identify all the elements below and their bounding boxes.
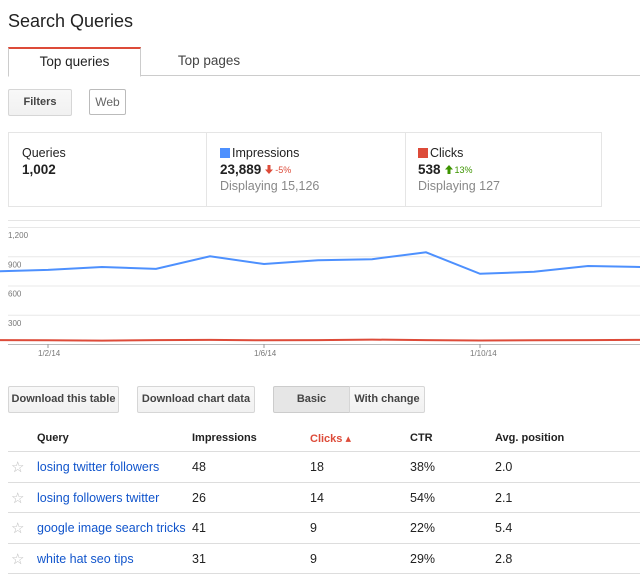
ctr-cell: 22% [410,521,436,535]
star-icon[interactable]: ☆ [11,458,24,476]
star-icon[interactable]: ☆ [11,550,24,568]
tab-top-queries[interactable]: Top queries [8,47,141,77]
ctr-cell: 29% [410,551,436,566]
filters-button[interactable]: Filters [8,89,72,116]
header-avg-position[interactable]: Avg. position [495,432,564,444]
queries-value: 1,002 [22,162,205,177]
y-tick-label: 1,200 [8,231,29,240]
avg-position-cell: 2.0 [495,460,513,474]
impressions-label-row: Impressions [220,146,405,160]
clicks-cell: 18 [310,460,324,474]
series-line-impressions [0,251,640,275]
page-title: Search Queries [8,11,134,31]
query-link[interactable]: losing followers twitter [37,491,159,505]
table-row: ☆ losing twitter followers 48 18 38% 2.0 [8,452,640,483]
tab-bar: Top queries Top pages [8,47,640,77]
impressions-cell: 48 [192,460,206,474]
queries-value-text: 1,002 [22,162,56,177]
impressions-displaying: Displaying 15,126 [220,179,320,193]
header-clicks[interactable]: Clicks ▴ [310,432,351,445]
star-icon[interactable]: ☆ [11,519,24,537]
performance-chart: 1,200 900 600 300 1/2/14 1/6/14 1/10/14 [0,220,640,360]
impressions-value: 23,889 [220,162,262,177]
x-tick-label: 1/2/14 [38,349,61,358]
table-row: ☆ losing followers twitter 26 14 54% 2.1 [8,483,640,513]
clicks-label-row: Clicks [418,146,601,160]
stat-queries: Queries 1,002 [9,133,205,206]
star-icon[interactable]: ☆ [11,489,24,507]
clicks-value-row: 538 13% [418,162,601,177]
stat-impressions[interactable]: Impressions 23,889 -5% Displaying 15,126 [206,133,405,206]
header-query[interactable]: Query [37,432,69,444]
y-tick-label: 900 [8,260,22,269]
query-link[interactable]: google image search tricks [37,521,186,535]
arrow-down-icon [265,165,274,174]
stats-panel: Queries 1,002 Impressions 23,889 -5% Dis… [8,132,602,207]
clicks-swatch-icon [418,148,428,158]
clicks-displaying: Displaying 127 [418,179,500,193]
y-tick-label: 300 [8,319,22,328]
download-table-button[interactable]: Download this table [8,386,119,413]
clicks-cell: 9 [310,551,317,566]
clicks-delta: 13% [444,164,473,175]
clicks-cell: 14 [310,490,324,505]
basic-view-button[interactable]: Basic [273,386,350,413]
impressions-delta: -5% [265,165,291,175]
impressions-value-row: 23,889 -5% [220,162,405,177]
x-tick-label: 1/10/14 [470,349,497,358]
web-filter-chip[interactable]: Web [89,89,126,115]
avg-position-cell: 5.4 [495,521,513,535]
impressions-swatch-icon [220,148,230,158]
ctr-cell: 38% [410,460,436,474]
y-tick-label: 600 [8,290,22,299]
header-ctr[interactable]: CTR [410,432,433,444]
download-chart-button[interactable]: Download chart data [137,386,255,413]
impressions-cell: 41 [192,521,206,535]
arrow-up-icon [444,165,453,174]
impressions-cell: 31 [192,551,206,566]
with-change-button[interactable]: With change [349,386,425,413]
clicks-delta-text: 13% [454,164,473,175]
table-row: ☆ google image search tricks 41 9 22% 5.… [8,513,640,544]
table-row: ☆ white hat seo tips 31 9 29% 2.8 [8,544,640,574]
tab-top-pages[interactable]: Top pages [153,47,265,76]
impressions-label: Impressions [232,146,300,160]
series-line-clicks [0,338,640,342]
clicks-value: 538 [418,162,441,177]
query-link[interactable]: losing twitter followers [37,460,159,474]
impressions-delta-text: -5% [275,164,292,175]
stat-clicks[interactable]: Clicks 538 13% Displaying 127 [405,133,601,206]
ctr-cell: 54% [410,490,436,505]
impressions-cell: 26 [192,490,206,505]
table-header: Query Impressions Clicks ▴ CTR Avg. posi… [8,422,640,452]
header-impressions[interactable]: Impressions [192,432,257,444]
avg-position-cell: 2.8 [495,551,513,566]
clicks-label: Clicks [430,146,464,160]
queries-label: Queries [22,146,66,160]
x-tick-label: 1/6/14 [254,349,277,358]
avg-position-cell: 2.1 [495,490,513,505]
chart-svg: 1,200 900 600 300 1/2/14 1/6/14 1/10/14 [0,220,640,358]
queries-table: Query Impressions Clicks ▴ CTR Avg. posi… [8,422,640,574]
clicks-cell: 9 [310,521,317,535]
query-link[interactable]: white hat seo tips [37,552,134,566]
